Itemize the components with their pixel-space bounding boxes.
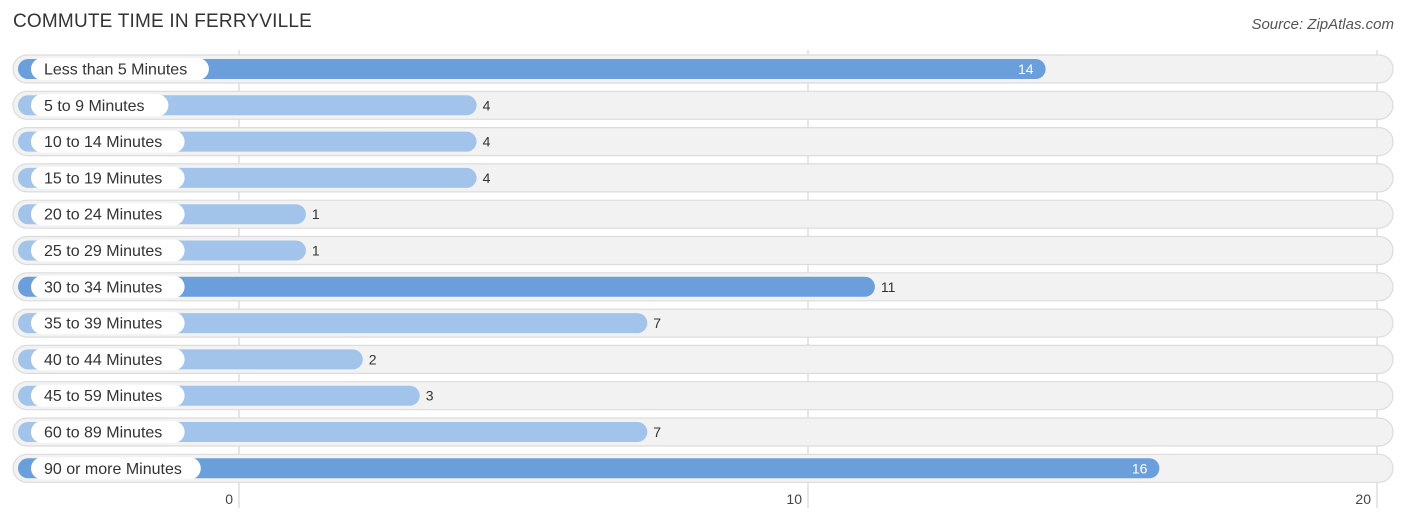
bar-row: 40 to 44 Minutes 2 <box>12 344 1394 374</box>
value-label: 7 <box>653 424 661 440</box>
value-label: 7 <box>653 315 661 331</box>
bar-row: 5 to 9 Minutes 4 <box>12 90 1394 120</box>
bar-row: 20 to 24 Minutes 1 <box>12 199 1394 229</box>
bar-chart: Less than 5 Minutes 145 to 9 Minutes 410 t… <box>12 50 1394 508</box>
value-label: 14 <box>1018 61 1034 77</box>
category-label: 25 to 29 Minutes <box>44 243 162 260</box>
category-label: Less than 5 Minutes <box>44 62 187 79</box>
category-label: 10 to 14 Minutes <box>44 134 162 151</box>
value-label: 1 <box>312 243 320 259</box>
value-label: 4 <box>483 134 491 150</box>
value-label: 3 <box>426 388 434 404</box>
category-label: 5 to 9 Minutes <box>44 98 145 115</box>
value-label: 2 <box>369 351 377 367</box>
category-label: 30 to 34 Minutes <box>44 279 162 296</box>
value-label: 11 <box>881 279 896 295</box>
x-tick-label: 10 <box>786 491 802 507</box>
bar-row: 10 to 14 Minutes 4 <box>12 126 1394 157</box>
x-tick-label: 0 <box>225 491 233 507</box>
bar-row: Less than 5 Minutes 14 <box>12 54 1394 84</box>
value-label: 4 <box>483 170 491 186</box>
category-label: 15 to 19 Minutes <box>44 170 162 187</box>
value-label: 4 <box>483 97 491 113</box>
category-label: 90 or more Minutes <box>44 461 182 478</box>
category-label: 20 to 24 Minutes <box>44 207 162 224</box>
bar-row: 45 to 59 Minutes 3 <box>12 381 1394 411</box>
category-label: 60 to 89 Minutes <box>44 425 162 442</box>
value-label: 16 <box>1132 460 1148 476</box>
x-tick-label: 20 <box>1355 491 1371 507</box>
value-label: 1 <box>312 206 320 222</box>
bar-row: 30 to 34 Minutes 11 <box>12 272 1394 302</box>
bar-row: 25 to 29 Minutes 1 <box>12 235 1394 266</box>
bar-row: 60 to 89 Minutes 7 <box>12 417 1394 447</box>
category-label: 40 to 44 Minutes <box>44 352 162 369</box>
category-label: 35 to 39 Minutes <box>44 316 162 333</box>
bar-row: 15 to 19 Minutes 4 <box>12 163 1394 193</box>
category-label: 45 to 59 Minutes <box>44 388 162 405</box>
bar-row: 90 or more Minutes 16 <box>12 453 1394 483</box>
bar-row: 35 to 39 Minutes 7 <box>12 308 1394 338</box>
